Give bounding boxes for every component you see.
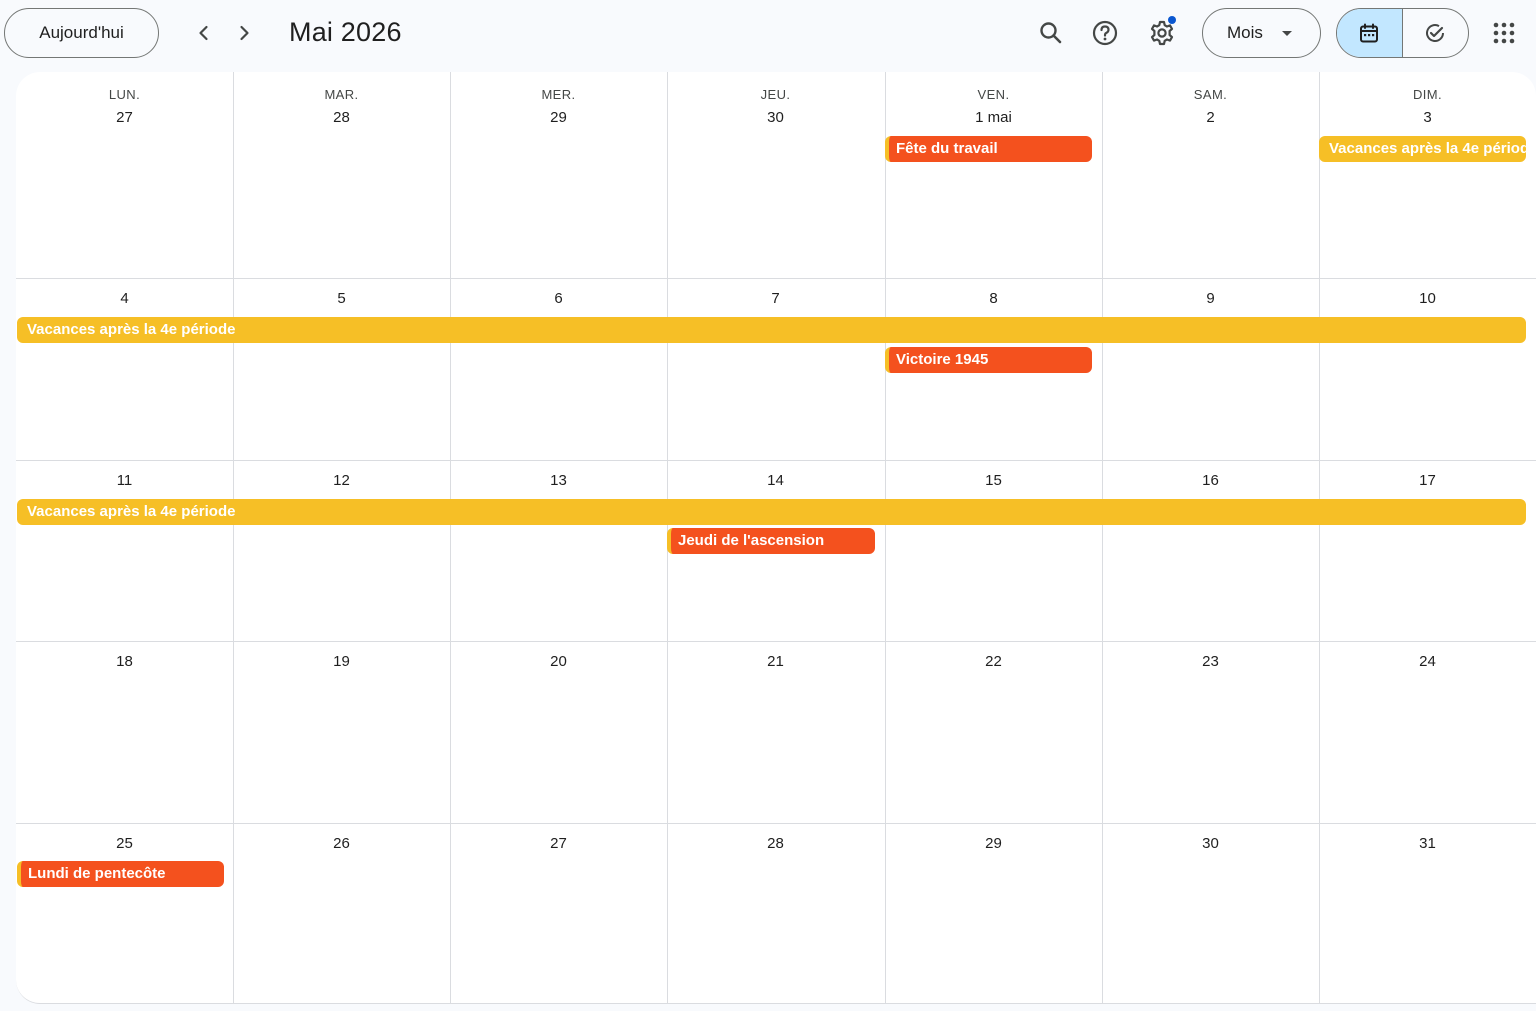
weekday-header-tuesday: MAR. [324,87,359,102]
event-chip-vacances[interactable]: Vacances après la 4e période [17,499,1526,525]
day-number[interactable]: 14 [667,472,884,489]
day-number[interactable]: 1 mai [885,109,1102,126]
day-number[interactable]: 30 [1102,835,1319,852]
grid-column-divider [885,72,886,1003]
day-number[interactable]: 15 [885,472,1102,489]
month-grid: LUN. MAR. MER. JEU. VEN. SAM. DIM. 27 28… [16,72,1536,1004]
google-apps-button[interactable] [1484,13,1524,53]
day-number[interactable]: 3 [1319,109,1536,126]
day-number[interactable]: 23 [1102,653,1319,670]
day-number[interactable]: 25 [16,835,233,852]
day-number[interactable]: 27 [450,835,667,852]
day-number[interactable]: 30 [667,109,884,126]
help-button[interactable] [1085,13,1125,53]
day-number[interactable]: 10 [1319,290,1536,307]
day-number[interactable]: 2 [1102,109,1319,126]
day-number[interactable]: 24 [1319,653,1536,670]
grid-row-divider [16,823,1536,824]
calendar-header: Aujourd'hui Mai 2026 Mois [0,0,1536,66]
settings-button[interactable] [1142,13,1182,53]
event-chip-pentecote[interactable]: Lundi de pentecôte [17,861,224,887]
event-chip-ascension[interactable]: Jeudi de l'ascension [667,528,875,554]
weekday-header-saturday: SAM. [1193,87,1228,102]
weekday-header-thursday: JEU. [760,87,791,102]
help-icon [1092,20,1118,46]
day-number[interactable]: 26 [233,835,450,852]
search-button[interactable] [1031,13,1071,53]
day-number[interactable]: 29 [450,109,667,126]
day-number[interactable]: 29 [885,835,1102,852]
event-chip-victoire-1945[interactable]: Victoire 1945 [885,347,1092,373]
day-number[interactable]: 22 [885,653,1102,670]
next-month-button[interactable] [224,13,264,53]
day-number[interactable]: 13 [450,472,667,489]
weekday-header-monday: LUN. [108,87,141,102]
grid-column-divider [450,72,451,1003]
search-icon [1040,22,1062,44]
apps-grid-icon [1493,22,1515,44]
calendar-icon [1360,23,1379,43]
chevron-left-icon [199,25,208,41]
view-selector-label: Mois [1227,23,1263,42]
grid-column-divider [1319,72,1320,1003]
event-chip-vacances[interactable]: Vacances après la 4e période [17,317,1526,343]
day-number[interactable]: 12 [233,472,450,489]
day-number[interactable]: 11 [16,472,233,489]
view-selector-dropdown[interactable]: Mois [1202,8,1321,58]
weekday-header-friday: VEN. [977,87,1010,102]
today-button[interactable]: Aujourd'hui [4,8,159,58]
calendar-view-toggle[interactable] [1337,9,1403,57]
day-number[interactable]: 20 [450,653,667,670]
caret-down-icon [1282,31,1292,36]
day-number[interactable]: 19 [233,653,450,670]
grid-column-divider [233,72,234,1003]
task-check-icon [1426,24,1445,42]
event-chip-fete-du-travail[interactable]: Fête du travail [885,136,1092,162]
day-number[interactable]: 17 [1319,472,1536,489]
weekday-header-sunday: DIM. [1412,87,1443,102]
day-number[interactable]: 5 [233,290,450,307]
day-number[interactable]: 21 [667,653,884,670]
day-number[interactable]: 31 [1319,835,1536,852]
settings-notification-badge [1168,16,1176,24]
event-chip-vacances[interactable]: Vacances après la 4e période [1319,136,1526,162]
grid-row-divider [16,278,1536,279]
day-number[interactable]: 28 [233,109,450,126]
grid-row-divider [16,641,1536,642]
calendar-tasks-toggle [1336,8,1469,58]
day-number[interactable]: 9 [1102,290,1319,307]
day-number[interactable]: 16 [1102,472,1319,489]
day-number[interactable]: 27 [16,109,233,126]
day-number[interactable]: 8 [885,290,1102,307]
tasks-view-toggle[interactable] [1403,9,1469,57]
current-month-title: Mai 2026 [289,17,402,47]
chevron-right-icon [240,25,249,41]
day-number[interactable]: 28 [667,835,884,852]
day-number[interactable]: 4 [16,290,233,307]
previous-month-button[interactable] [184,13,224,53]
grid-column-divider [1102,72,1103,1003]
weekday-header-wednesday: MER. [541,87,576,102]
day-number[interactable]: 7 [667,290,884,307]
grid-row-divider [16,460,1536,461]
day-number[interactable]: 6 [450,290,667,307]
day-number[interactable]: 18 [16,653,233,670]
